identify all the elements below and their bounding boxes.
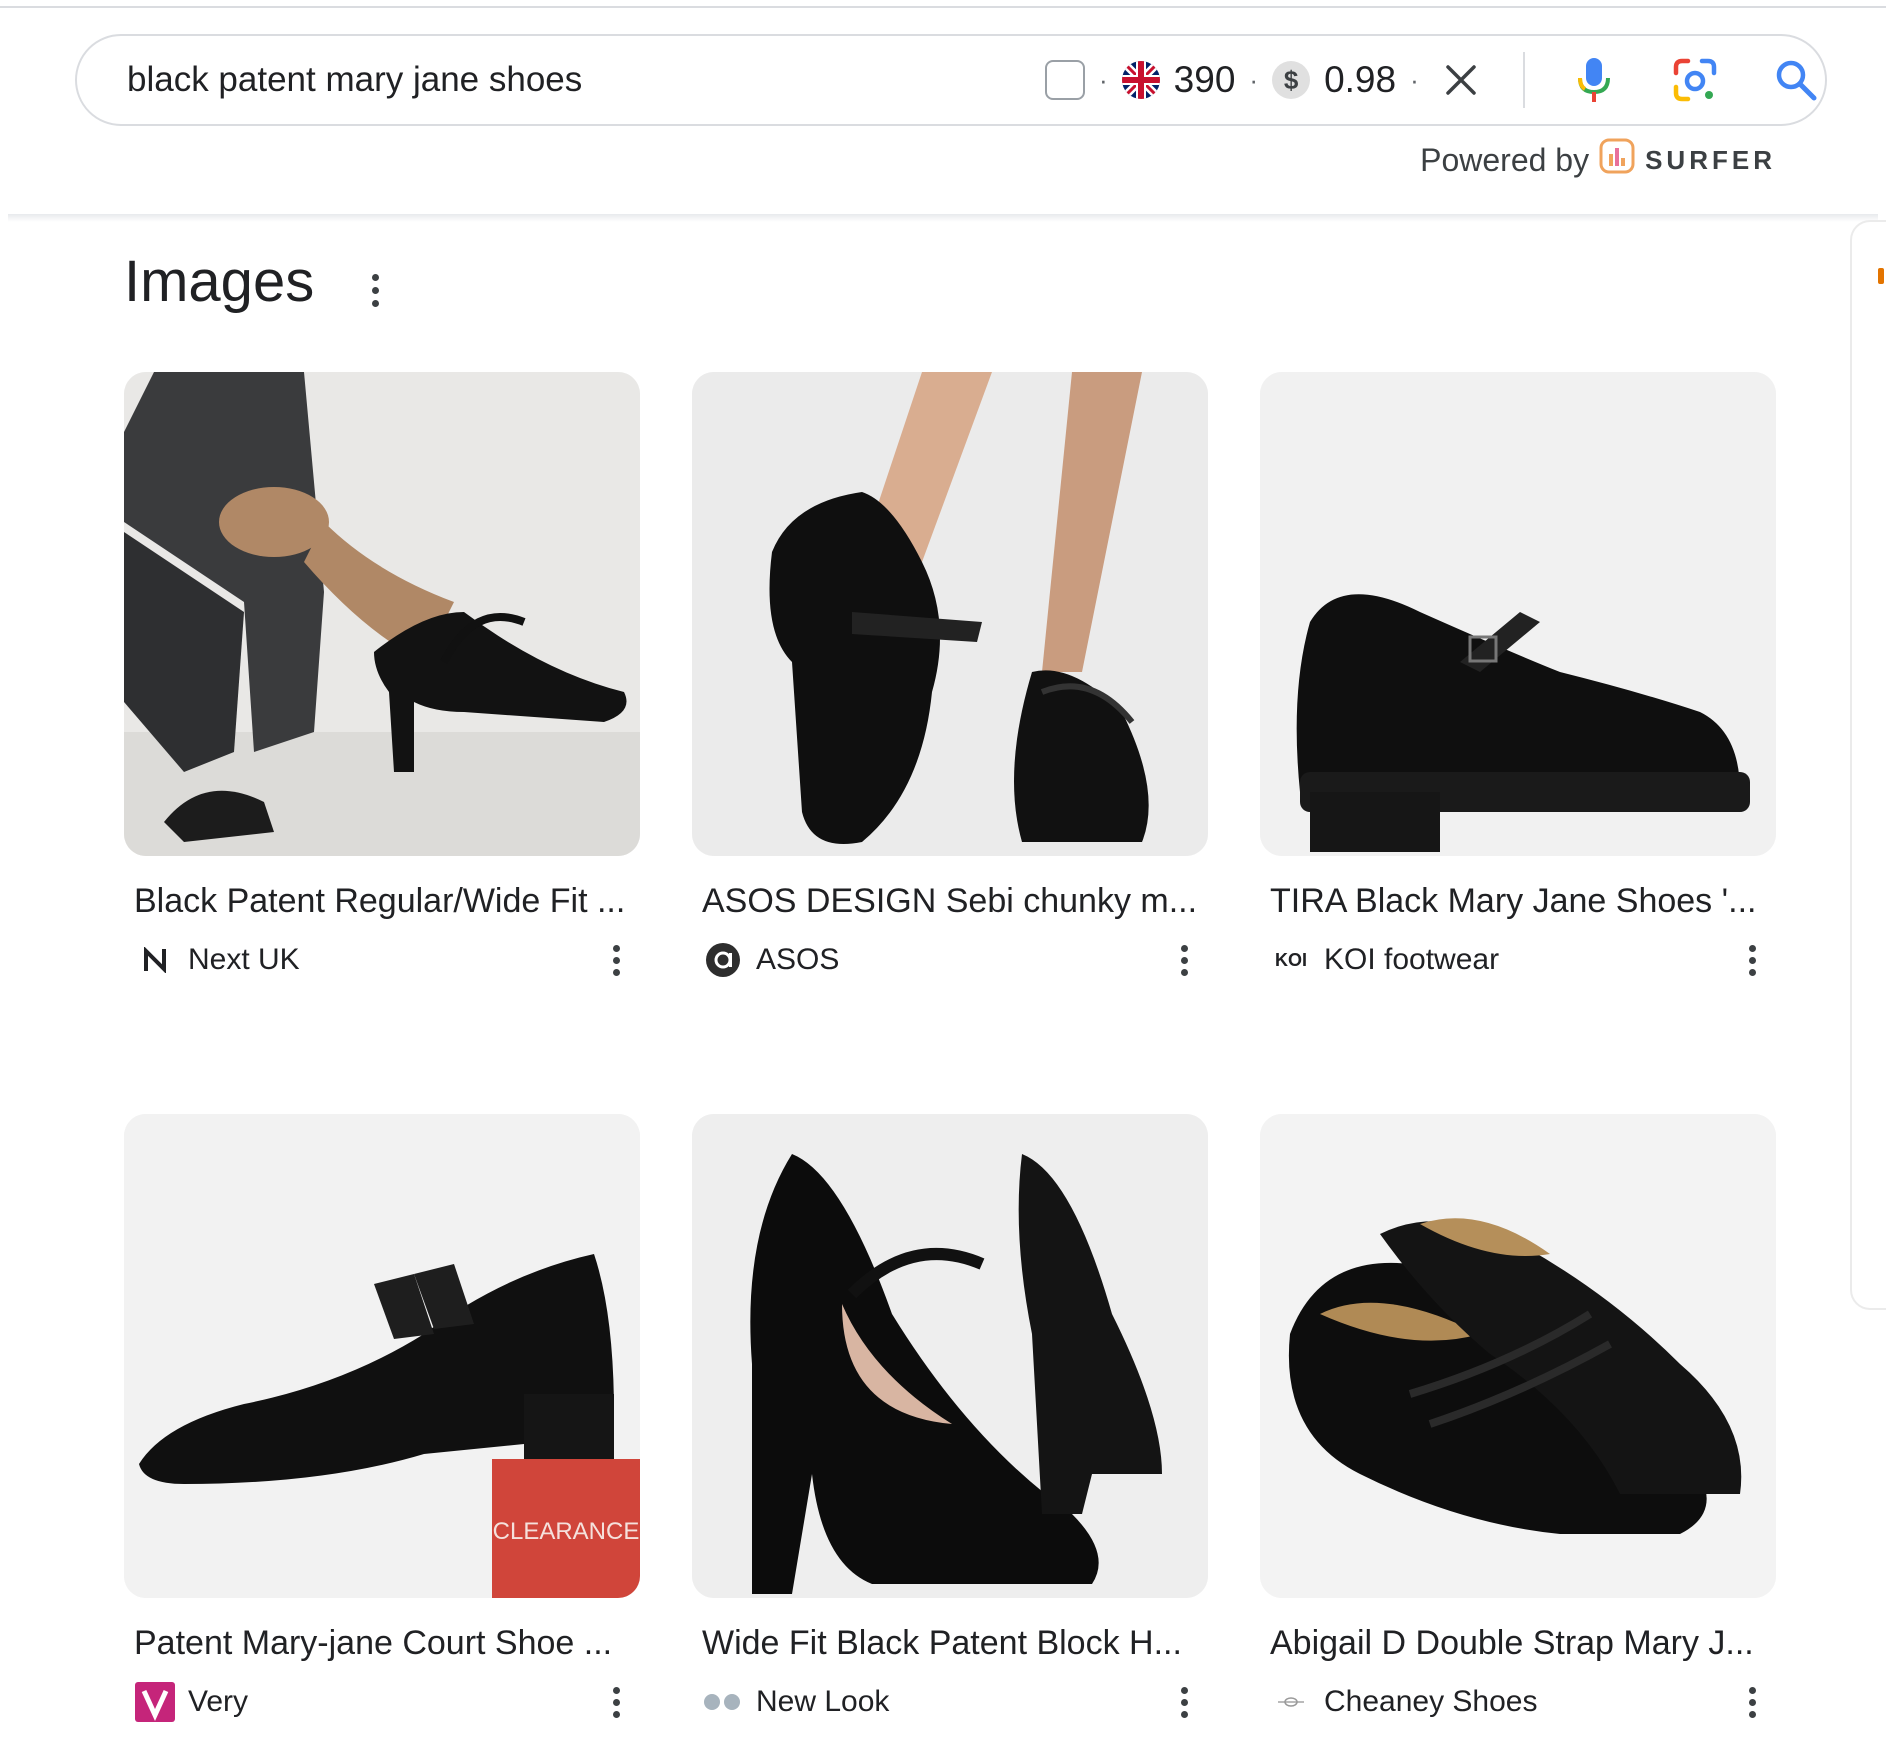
image-thumbnail[interactable]	[1260, 1114, 1776, 1598]
more-options-icon[interactable]	[604, 940, 628, 980]
image-title[interactable]: Patent Mary-jane Court Shoe ...	[134, 1624, 634, 1663]
asos-logo-icon	[702, 940, 744, 980]
microphone-icon[interactable]	[1565, 50, 1624, 110]
search-bar[interactable]: black patent mary jane shoes · 390 · $ 0…	[75, 34, 1827, 126]
cheaney-logo-icon	[1270, 1682, 1312, 1722]
more-options-icon[interactable]	[1740, 1682, 1764, 1722]
dollar-icon: $	[1272, 61, 1311, 99]
search-icon[interactable]	[1766, 50, 1825, 110]
more-options-icon[interactable]	[604, 1682, 628, 1722]
image-result[interactable]: Black Patent Regular/Wide Fit ... Next U…	[124, 372, 640, 992]
image-source[interactable]: KOI KOI footwear	[1270, 940, 1499, 980]
image-result[interactable]: Wide Fit Black Patent Block H... New Loo…	[692, 1114, 1208, 1734]
more-options-icon[interactable]	[1172, 1682, 1196, 1722]
very-logo-icon	[134, 1682, 176, 1722]
source-name: KOI footwear	[1324, 943, 1500, 976]
image-source[interactable]: ASOS	[702, 940, 839, 980]
image-source[interactable]: Next UK	[134, 940, 300, 980]
section-more-icon[interactable]	[360, 268, 390, 312]
image-title[interactable]: Abigail D Double Strap Mary J...	[1270, 1624, 1770, 1663]
source-name: New Look	[756, 1685, 890, 1718]
image-source[interactable]: New Look	[702, 1682, 889, 1722]
search-input[interactable]: black patent mary jane shoes	[127, 60, 977, 100]
lens-camera-icon[interactable]	[1665, 50, 1724, 110]
source-name: Next UK	[188, 943, 300, 976]
source-name: Very	[188, 1685, 249, 1718]
header-shadow	[8, 214, 1878, 222]
panel-marker	[1878, 268, 1884, 284]
image-thumbnail[interactable]	[124, 372, 640, 856]
new-look-logo-icon	[702, 1682, 744, 1722]
image-result[interactable]: ASOS DESIGN Sebi chunky m... ASOS	[692, 372, 1208, 992]
separator: ·	[1410, 64, 1419, 95]
image-source[interactable]: Cheaney Shoes	[1270, 1682, 1538, 1722]
keyword-checkbox[interactable]	[1045, 60, 1085, 100]
source-name: Cheaney Shoes	[1324, 1685, 1538, 1718]
image-thumbnail[interactable]	[692, 1114, 1208, 1598]
image-thumbnail[interactable]: CLEARANCE	[124, 1114, 640, 1598]
image-source[interactable]: Very	[134, 1682, 248, 1722]
surfer-logo-icon	[1599, 138, 1635, 182]
separator: ·	[1099, 64, 1108, 95]
image-title[interactable]: Wide Fit Black Patent Block H...	[702, 1624, 1202, 1663]
image-title[interactable]: ASOS DESIGN Sebi chunky m...	[702, 882, 1202, 921]
powered-by-label: Powered by	[1420, 141, 1590, 178]
koi-logo-icon: KOI	[1274, 949, 1307, 970]
clearance-badge: CLEARANCE	[493, 1518, 640, 1545]
image-title[interactable]: Black Patent Regular/Wide Fit ...	[134, 882, 634, 921]
source-name: ASOS	[756, 943, 840, 976]
side-panel-edge[interactable]	[1850, 220, 1886, 1310]
image-result[interactable]: TIRA Black Mary Jane Shoes '... KOI KOI …	[1260, 372, 1776, 992]
more-options-icon[interactable]	[1740, 940, 1764, 980]
powered-by-surfer[interactable]: Powered by SURFER	[1420, 138, 1776, 182]
search-divider	[1522, 52, 1525, 108]
next-logo-icon	[134, 940, 176, 980]
section-title: Images	[124, 249, 315, 314]
image-result[interactable]: CLEARANCE Patent Mary-jane Court Shoe ..…	[124, 1114, 640, 1734]
clear-icon[interactable]	[1439, 58, 1483, 102]
keyword-metrics: · 390 · $ 0.98 ·	[1045, 58, 1483, 102]
image-thumbnail[interactable]	[1260, 372, 1776, 856]
surfer-brand: SURFER	[1645, 144, 1776, 175]
top-divider	[0, 0, 1886, 8]
image-title[interactable]: TIRA Black Mary Jane Shoes '...	[1270, 882, 1770, 921]
more-options-icon[interactable]	[1172, 940, 1196, 980]
image-thumbnail[interactable]	[692, 372, 1208, 856]
cpc-value: 0.98	[1324, 59, 1397, 100]
search-volume: 390	[1173, 59, 1236, 100]
image-result[interactable]: Abigail D Double Strap Mary J... Cheaney…	[1260, 1114, 1776, 1734]
separator: ·	[1249, 64, 1259, 95]
uk-flag-icon	[1121, 61, 1160, 99]
